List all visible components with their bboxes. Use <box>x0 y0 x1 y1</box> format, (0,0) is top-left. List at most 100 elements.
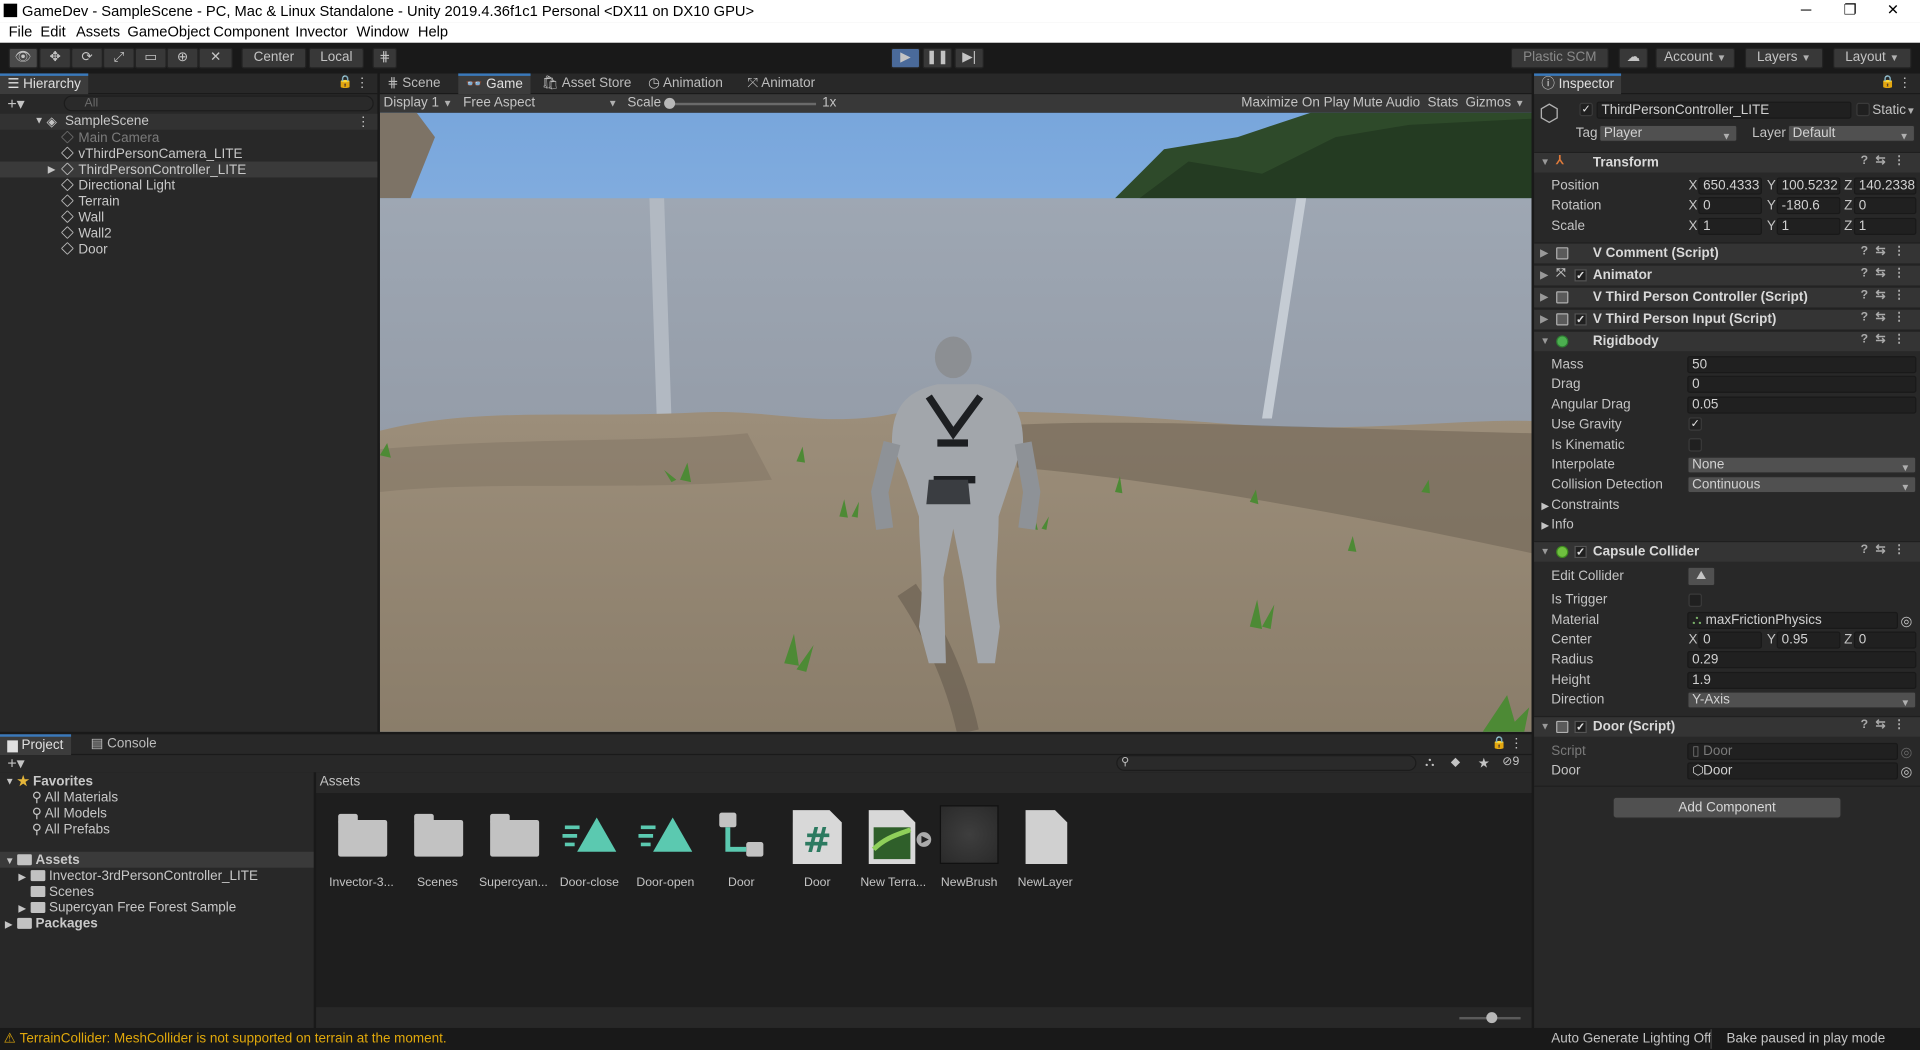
aspect-dropdown[interactable]: Free Aspect ▼ <box>463 95 617 110</box>
asset-item[interactable]: Scenes <box>401 808 475 890</box>
asset-item[interactable]: Invector-3... <box>325 808 399 890</box>
object-picker-icon[interactable]: ◎ <box>1900 764 1912 780</box>
tab-asset-store[interactable]: 🛍 Asset Store <box>534 73 638 94</box>
tab-scene[interactable]: ⋕ Scene <box>380 73 448 94</box>
expand-arrow-icon[interactable]: ▶ <box>1540 291 1548 302</box>
component-tools-icons[interactable]: ?⇆⋮ <box>1861 311 1913 324</box>
hierarchy-item[interactable]: Door <box>60 241 108 257</box>
asset-item[interactable]: NewLayer <box>1008 808 1082 890</box>
asset-item[interactable]: Door-open <box>629 808 703 890</box>
pivot-center-button[interactable]: Center <box>241 47 307 69</box>
hierarchy-item[interactable]: Terrain <box>60 194 120 209</box>
cloud-icon[interactable]: ☁ <box>1618 47 1649 69</box>
folder-item[interactable]: Supercyan Free Forest Sample <box>30 901 236 915</box>
transform-header[interactable]: ▼ ⅄ Transform ?⇆⋮ <box>1534 151 1920 173</box>
collision-detection-dropdown[interactable]: Continuous ▼ <box>1687 476 1917 494</box>
tab-hierarchy[interactable]: ☰ Hierarchy <box>0 73 89 95</box>
folder-item[interactable]: Invector-3rdPersonController_LITE <box>30 869 258 884</box>
tab-project[interactable]: ▆ Project <box>0 734 71 756</box>
collapse-arrow-icon[interactable]: ▼ <box>1540 721 1550 732</box>
tab-animator[interactable]: ⤧ Animator <box>740 73 822 94</box>
assets-folder-item[interactable]: Assets <box>17 853 80 868</box>
scale-y-input[interactable]: 1 <box>1776 217 1841 235</box>
scene-menu-icon[interactable]: ⋮ <box>357 114 370 130</box>
info-foldout[interactable]: Info <box>1551 518 1573 533</box>
create-asset-button[interactable]: +▾ <box>7 754 24 774</box>
expand-arrow-icon[interactable]: ▶ <box>1541 501 1549 512</box>
component-header[interactable]: ▶ V Third Person Controller (Script) ?⇆⋮ <box>1534 286 1920 308</box>
asset-item[interactable]: # Door <box>781 808 855 890</box>
collapse-arrow-icon[interactable]: ▼ <box>5 776 15 787</box>
play-button[interactable]: ▶ <box>890 47 921 69</box>
tab-console[interactable]: ▤ Console <box>83 734 164 755</box>
asset-item[interactable]: Door <box>705 808 779 890</box>
use-gravity-checkbox[interactable]: ✓ <box>1688 417 1702 431</box>
component-tools-icons[interactable]: ?⇆⋮ <box>1861 543 1913 556</box>
collapse-arrow-icon[interactable]: ▼ <box>1540 335 1550 346</box>
collapse-arrow-icon[interactable]: ▼ <box>1540 546 1550 557</box>
menu-file[interactable]: File <box>9 23 33 40</box>
enabled-checkbox[interactable]: ✓ <box>1574 545 1587 559</box>
layers-dropdown[interactable]: Layers ▼ <box>1744 47 1824 69</box>
menu-gameobject[interactable]: GameObject <box>127 23 210 40</box>
hierarchy-item[interactable]: Main Camera <box>60 130 159 146</box>
tab-inspector[interactable]: ⓘ Inspector <box>1534 73 1622 95</box>
expand-arrow-icon[interactable]: ▶ <box>5 919 13 930</box>
scale-tool-icon[interactable]: ⤢ <box>102 47 135 69</box>
mass-input[interactable]: 50 <box>1687 356 1917 374</box>
expand-arrow-icon[interactable]: ▶ <box>48 164 56 175</box>
stats-toggle[interactable]: Stats <box>1427 95 1458 110</box>
expand-arrow-icon[interactable]: ▶ <box>18 903 26 914</box>
lighting-status[interactable]: Auto Generate Lighting Off <box>1551 1032 1711 1047</box>
expand-arrow-icon[interactable]: ▶ <box>1540 247 1548 258</box>
panel-menu-icon[interactable]: ⋮ <box>1898 75 1911 91</box>
center-y-input[interactable]: 0.95 <box>1776 631 1841 649</box>
hierarchy-item[interactable]: Directional Light <box>60 178 175 193</box>
favorite-item[interactable]: ⚲ All Materials <box>32 789 118 806</box>
asset-item[interactable]: Supercyan... <box>477 808 551 890</box>
hidden-packages-icon[interactable]: ⊘9 <box>1502 755 1519 768</box>
pause-button[interactable]: ❚❚ <box>922 47 953 69</box>
hierarchy-item[interactable]: Wall <box>60 210 104 225</box>
favorite-star-icon[interactable]: ★ <box>1478 755 1490 771</box>
direction-dropdown[interactable]: Y-Axis ▼ <box>1687 691 1917 709</box>
material-object-field[interactable]: ⛬ maxFrictionPhysics <box>1687 611 1898 630</box>
enabled-checkbox[interactable]: ✓ <box>1574 269 1587 282</box>
game-viewport[interactable] <box>379 112 1532 732</box>
lock-icon[interactable]: 🔒 <box>338 76 353 89</box>
collapse-arrow-icon[interactable]: ▼ <box>5 855 15 866</box>
position-z-input[interactable]: 140.2338 <box>1853 177 1917 195</box>
expand-arrow-icon[interactable]: ▶ <box>1540 313 1548 324</box>
scale-slider-handle[interactable] <box>664 97 676 109</box>
tab-animation[interactable]: ◷ Animation <box>641 73 730 94</box>
position-y-input[interactable]: 100.5232 <box>1776 177 1841 195</box>
account-dropdown[interactable]: Account ▼ <box>1655 47 1736 69</box>
object-name-input[interactable]: ThirdPersonController_LITE <box>1596 101 1852 119</box>
door-script-header[interactable]: ▼ ✓ Door (Script) ?⇆⋮ <box>1534 715 1920 737</box>
component-header[interactable]: ▶ V Comment (Script) ?⇆⋮ <box>1534 242 1920 264</box>
add-object-button[interactable]: +▾ <box>7 94 24 114</box>
console-warning-message[interactable]: TerrainCollider: MeshCollider is not sup… <box>20 1032 447 1047</box>
search-by-label-icon[interactable]: ⬥ <box>1451 755 1460 771</box>
edit-collider-icon[interactable]: ⛰ <box>1687 566 1716 587</box>
asset-item[interactable]: New Terra... <box>856 808 932 890</box>
position-x-input[interactable]: 650.4333 <box>1698 177 1762 195</box>
close-button[interactable]: ✕ <box>1865 0 1920 22</box>
expand-arrow-icon[interactable]: ▶ <box>18 871 26 882</box>
project-search-input[interactable]: ⚲ <box>1116 755 1417 771</box>
component-tools-icons[interactable]: ?⇆⋮ <box>1861 333 1913 346</box>
menu-edit[interactable]: Edit <box>40 23 65 40</box>
center-x-input[interactable]: 0 <box>1698 631 1762 649</box>
mute-audio-toggle[interactable]: Mute Audio <box>1353 95 1420 110</box>
component-tools-icons[interactable]: ?⇆⋮ <box>1861 289 1913 302</box>
active-checkbox[interactable]: ✓ <box>1579 102 1593 117</box>
favorite-item[interactable]: ⚲ All Models <box>32 805 107 821</box>
custom-tool-icon[interactable]: ✕ <box>198 47 233 69</box>
door-object-field[interactable]: ⬡ Door <box>1687 762 1898 780</box>
hierarchy-item[interactable]: ThirdPersonController_LITE <box>60 162 246 177</box>
plastic-scm-button[interactable]: Plastic SCM <box>1510 47 1609 69</box>
hierarchy-item[interactable]: vThirdPersonCamera_LITE <box>60 146 242 162</box>
component-tools-icons[interactable]: ?⇆⋮ <box>1861 718 1913 731</box>
enabled-checkbox[interactable]: ✓ <box>1574 720 1587 734</box>
step-button[interactable]: ▶| <box>954 47 984 69</box>
